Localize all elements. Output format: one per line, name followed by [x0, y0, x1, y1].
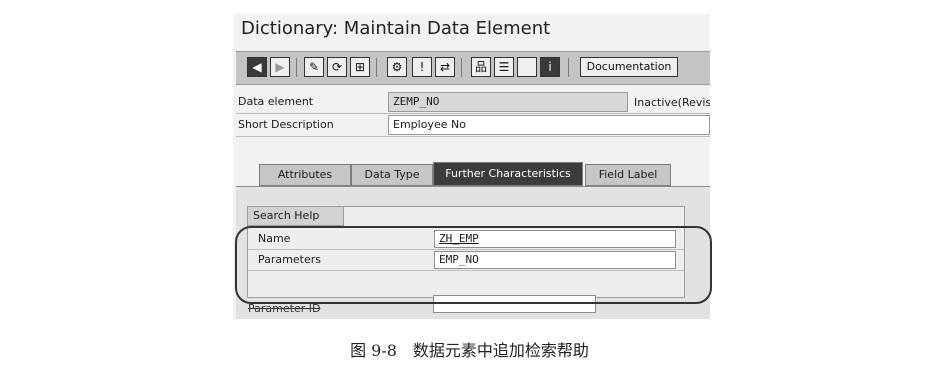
toolbar-separator — [461, 58, 462, 77]
display-object-list-icon[interactable]: ☰ — [494, 57, 514, 77]
search-help-group: Search Help Name ZH_EMP Parameters EMP_N… — [247, 206, 685, 298]
short-description-field[interactable]: Employee No — [388, 115, 710, 135]
parameter-id-field[interactable] — [433, 295, 596, 313]
short-description-label: Short Description — [238, 118, 334, 131]
search-help-name-label: Name — [258, 232, 291, 245]
search-help-name-field[interactable]: ZH_EMP — [434, 230, 676, 248]
activate-icon[interactable]: ⚙ — [387, 57, 407, 77]
toolbar-separator — [376, 58, 377, 77]
tab-attributes[interactable]: Attributes — [259, 164, 351, 186]
toolbar-separator — [568, 58, 569, 77]
display-change-icon[interactable]: ✎ — [304, 57, 324, 77]
tab-further-characteristics[interactable]: Further Characteristics — [433, 162, 583, 186]
search-help-parameters-row: Parameters EMP_NO — [248, 250, 684, 271]
other-object-icon[interactable]: ⟳ — [327, 57, 347, 77]
search-help-title: Search Help — [248, 207, 344, 226]
info-icon[interactable]: i — [540, 57, 560, 77]
tab-data-type[interactable]: Data Type — [351, 164, 433, 186]
back-icon[interactable]: ◀ — [247, 57, 267, 77]
status-text: Inactive(Revis — [634, 96, 710, 109]
navigate-icon[interactable]: ⇄ — [435, 57, 455, 77]
window-title: Dictionary: Maintain Data Element — [241, 18, 551, 39]
data-element-field[interactable]: ZEMP_NO — [388, 92, 628, 112]
check-icon[interactable]: ! — [412, 57, 432, 77]
forward-icon[interactable]: ▶ — [270, 57, 290, 77]
tab-strip: Attributes Data Type Further Characteris… — [239, 162, 710, 186]
row-divider — [248, 270, 684, 271]
blank-icon[interactable] — [517, 57, 537, 77]
application-toolbar: ◀ ▶ ✎ ⟳ ⊞ ⚙ ! ⇄ 品 ☰ i Documentation — [236, 51, 710, 85]
hierarchy-icon[interactable]: 品 — [471, 57, 491, 77]
short-description-row: Short Description Employee No — [236, 114, 710, 137]
tab-field-label[interactable]: Field Label — [585, 164, 671, 186]
search-help-parameters-label: Parameters — [258, 253, 321, 266]
documentation-button[interactable]: Documentation — [580, 57, 678, 77]
data-element-row: Data element ZEMP_NO Inactive(Revis — [236, 91, 710, 114]
search-help-parameters-field[interactable]: EMP_NO — [434, 251, 676, 269]
figure-caption: 图 9-8 数据元素中追加检索帮助 — [350, 341, 589, 360]
tab-content-panel: Search Help Name ZH_EMP Parameters EMP_N… — [236, 186, 710, 319]
sap-window: Dictionary: Maintain Data Element ◀ ▶ ✎ … — [233, 14, 710, 319]
where-used-icon[interactable]: ⊞ — [350, 57, 370, 77]
data-element-label: Data element — [238, 95, 314, 108]
search-help-name-row: Name ZH_EMP — [248, 229, 684, 250]
parameter-id-label: Parameter ID — [248, 302, 321, 315]
row-divider — [236, 136, 710, 137]
toolbar-separator — [296, 58, 297, 77]
